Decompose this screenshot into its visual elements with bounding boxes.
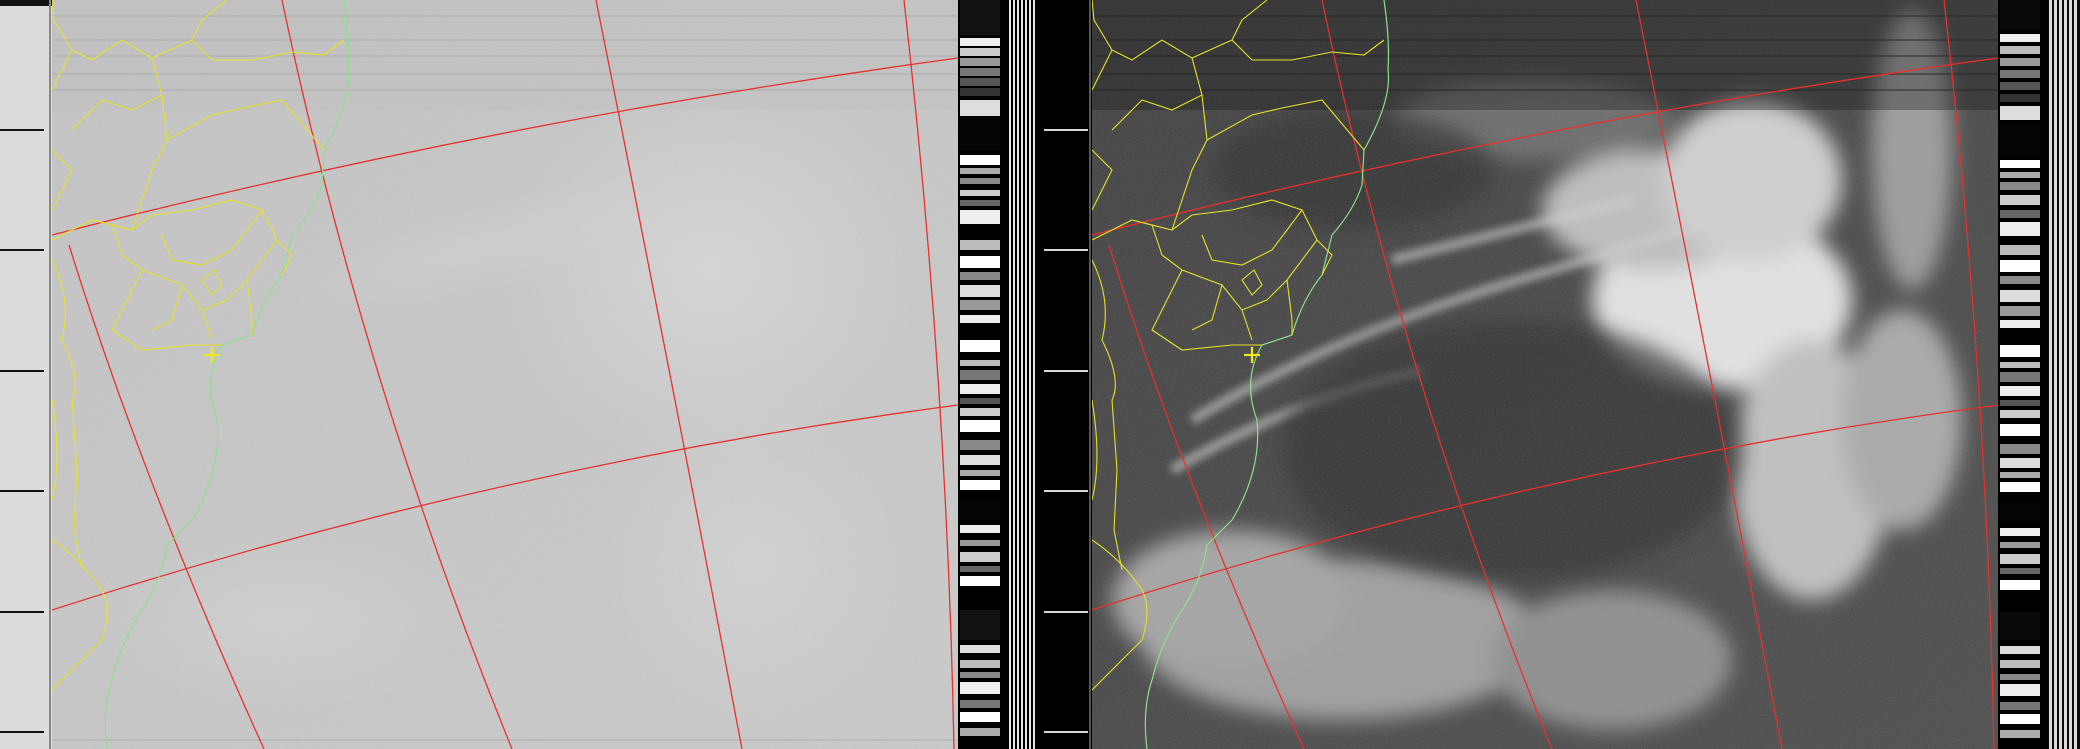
infrared-image — [1092, 0, 1998, 749]
visible-image — [52, 0, 958, 749]
space-strip-b — [2048, 0, 2080, 749]
channel-b-infrared — [1040, 0, 2080, 749]
telemetry-strip-a — [958, 0, 1008, 749]
sync-strip-a — [0, 0, 52, 749]
apt-satellite-frame — [0, 0, 2080, 749]
sync-strip-b — [1040, 0, 1092, 749]
space-strip-a — [1008, 0, 1040, 749]
telemetry-strip-b — [1998, 0, 2048, 749]
channel-a-visible — [0, 0, 1040, 749]
